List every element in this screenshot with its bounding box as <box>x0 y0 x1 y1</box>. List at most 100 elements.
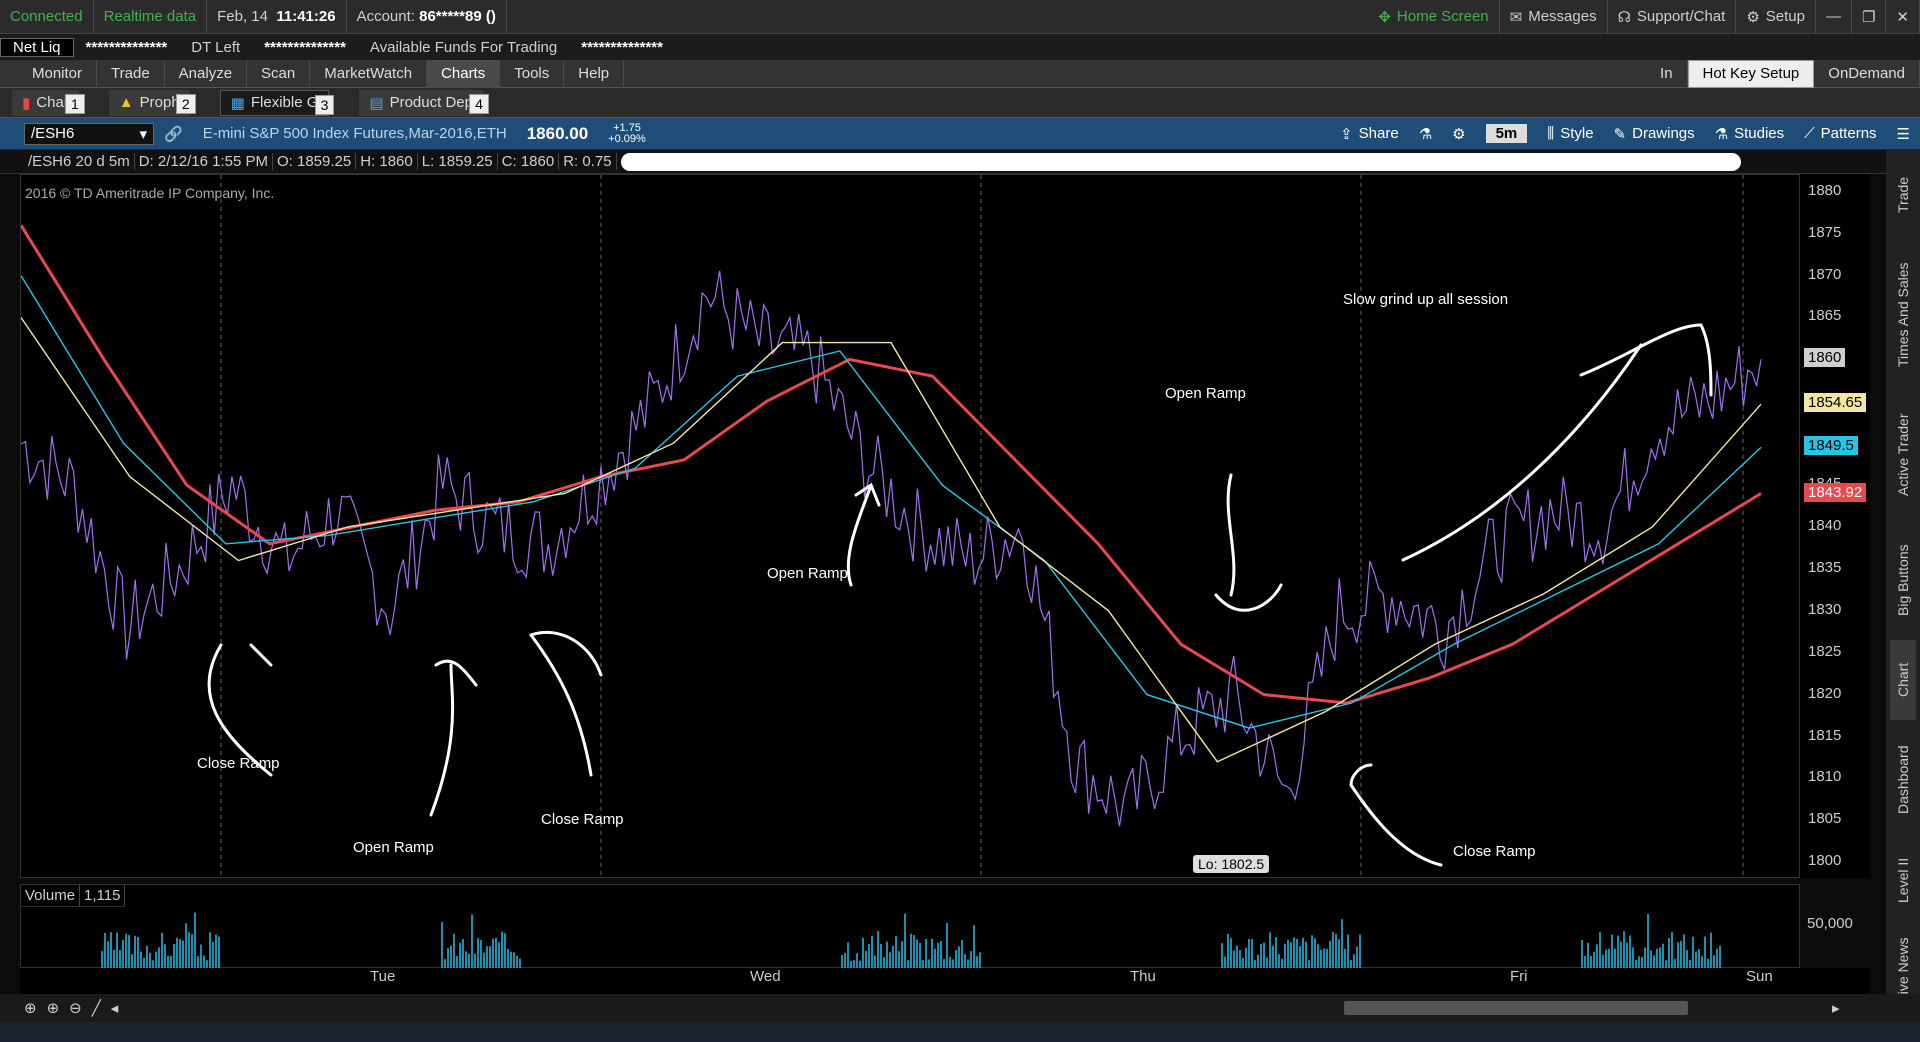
subtab-flexible-grid[interactable]: ▦ Flexible G3 <box>219 89 335 116</box>
volume-bar <box>1239 950 1241 969</box>
chart-subtabs: ▮ Char 1 ▲ Proph 2 ▦ Flexible G3 ▤ Product Dep… <box>0 88 1920 118</box>
volume-bar <box>919 943 921 969</box>
rail-tab-trade[interactable]: Trade <box>1890 150 1916 240</box>
rail-tab-active-trader[interactable]: Active Trader <box>1890 390 1916 520</box>
subtab-product-depot[interactable]: ▤ Product Dep 4 <box>359 89 489 116</box>
volume-pane[interactable]: Volume 1,115 50,000 <box>20 884 1853 969</box>
style-button[interactable]: ⫼ Style <box>1537 118 1603 150</box>
interval-selector[interactable]: 5m <box>1476 118 1538 150</box>
volume-bar <box>1236 945 1238 969</box>
change-percent: +0.09% <box>608 132 646 145</box>
menu-tools[interactable]: Tools <box>500 59 565 88</box>
menu-marketwatch[interactable]: MarketWatch <box>310 59 428 88</box>
horizontal-scrollbar[interactable] <box>1344 1001 1688 1015</box>
close-button[interactable]: ✕ <box>1886 0 1920 34</box>
flask-icon[interactable]: ⚗ <box>1409 118 1442 150</box>
price-change: +1.75 +0.09% <box>598 118 656 150</box>
menu-help[interactable]: Help <box>564 59 625 88</box>
volume-bar <box>215 934 217 969</box>
studies-button[interactable]: ⚗ Studies <box>1705 118 1795 150</box>
volume-bar <box>1257 954 1259 969</box>
menu-analyze[interactable]: Analyze <box>165 59 248 88</box>
volume-bar <box>1338 939 1340 969</box>
share-button[interactable]: ⇪ Share <box>1330 118 1409 150</box>
volume-bar <box>107 941 109 969</box>
zoom-out-icon[interactable]: ⊖ <box>69 999 82 1017</box>
drawings-button[interactable]: ✎ Drawings <box>1604 118 1705 150</box>
volume-bar <box>495 937 497 969</box>
price-axis[interactable]: 1880187518701865186018551850184518401835… <box>1800 174 1870 878</box>
volume-bar <box>507 948 509 969</box>
settings-gear-icon[interactable]: ⚙ <box>1442 118 1475 150</box>
volume-bar <box>1632 947 1634 969</box>
drawing-line-icon[interactable]: ╱ <box>92 999 101 1017</box>
volume-bar <box>1356 946 1358 969</box>
volume-bar <box>958 946 960 969</box>
menu-charts[interactable]: Charts <box>427 59 501 88</box>
menu-monitor[interactable]: Monitor <box>18 59 98 88</box>
setup-button[interactable]: ⚙ Setup <box>1736 0 1816 34</box>
volume-axis-label: 50,000 <box>1807 915 1853 932</box>
rail-tab-dashboard[interactable]: Dashboard <box>1890 720 1916 840</box>
volume-bar <box>892 945 894 969</box>
rail-tab-chart[interactable]: Chart <box>1890 640 1916 720</box>
subtab-charts[interactable]: ▮ Char 1 <box>12 89 85 116</box>
volume-bar <box>910 933 912 969</box>
volume-bar <box>1662 943 1664 969</box>
price-chart[interactable]: 2016 © TD Ameritrade IP Company, Inc. Cl… <box>20 174 1800 879</box>
volume-bar <box>1260 943 1262 969</box>
rail-tab-level-ii[interactable]: Level II <box>1890 840 1916 920</box>
symbol-selector[interactable]: /ESH6 ▾ <box>24 122 154 145</box>
menu-scan[interactable]: Scan <box>247 59 311 88</box>
patterns-icon: ⟋ <box>1804 125 1815 142</box>
rail-tab-times-and-sales[interactable]: Times And Sales <box>1890 240 1916 390</box>
volume-bar <box>973 925 975 969</box>
volume-bar <box>1644 947 1646 969</box>
menu-ondemand[interactable]: OnDemand <box>1814 59 1920 88</box>
chart-header: /ESH6 ▾ 🔗 E-mini S&P 500 Index Futures,Ma… <box>0 118 1920 150</box>
volume-bar <box>465 951 467 969</box>
price-tick-label: 1835 <box>1808 558 1842 576</box>
home-screen-button[interactable]: ✥ Home Screen <box>1368 0 1500 34</box>
subtab-prophet[interactable]: ▲ Proph 2 <box>108 89 196 116</box>
setup-label: Setup <box>1765 8 1805 25</box>
redacted-studies <box>620 152 1741 171</box>
messages-button[interactable]: ✉ Messages <box>1500 0 1608 34</box>
menu-list-icon[interactable]: ☰ <box>1887 118 1920 150</box>
time-axis[interactable]: Tue Wed Thu Fri Sun <box>20 968 1870 994</box>
account-selector[interactable]: Account: 86*****89 () <box>347 0 507 34</box>
zoom-in-icon[interactable]: ⊕ <box>47 999 60 1017</box>
minimize-button[interactable]: — <box>1816 0 1852 34</box>
volume-bar <box>498 942 500 969</box>
volume-bar <box>462 939 464 969</box>
restore-button[interactable]: ❐ <box>1852 0 1887 34</box>
price-tag: 1860 <box>1804 348 1846 368</box>
support-chat-button[interactable]: ☊ Support/Chat <box>1608 0 1737 34</box>
price-tick-label: 1865 <box>1808 307 1842 325</box>
volume-bar <box>1323 948 1325 969</box>
volume-bar <box>1656 948 1658 969</box>
scroll-right-icon[interactable]: ▸ <box>1832 999 1840 1017</box>
menu-trade[interactable]: Trade <box>97 59 165 88</box>
day-label-sun: Sun <box>1746 968 1773 985</box>
link-icon[interactable]: 🔗 <box>154 118 193 150</box>
info-open: O: 1859.25 <box>273 153 357 170</box>
status-bar: Connected Realtime data Feb, 14 11:41:26… <box>0 0 1920 34</box>
patterns-button[interactable]: ⟋ Patterns <box>1794 118 1886 150</box>
annotation-arrow <box>529 633 593 777</box>
netliq-selector[interactable]: Net Liq <box>0 37 74 57</box>
volume-bar <box>161 932 163 969</box>
menu-partial[interactable]: In <box>1646 59 1688 88</box>
volume-bar <box>1287 939 1289 969</box>
volume-bar <box>877 931 879 969</box>
volume-bar <box>1314 938 1316 969</box>
scroll-left-icon[interactable]: ◂ <box>111 999 119 1017</box>
volume-bar <box>209 932 211 969</box>
rail-tab-big-buttons[interactable]: Big Buttons <box>1890 520 1916 640</box>
chart-bottom-toolbar: ⊕ ⊕ ⊖ ╱ ◂ ▸ <box>0 994 1920 1022</box>
crosshair-icon[interactable]: ⊕ <box>24 999 37 1017</box>
volume-bar <box>453 933 455 969</box>
volume-bar <box>1299 946 1301 969</box>
volume-bar <box>871 935 873 969</box>
volume-bar <box>480 940 482 969</box>
